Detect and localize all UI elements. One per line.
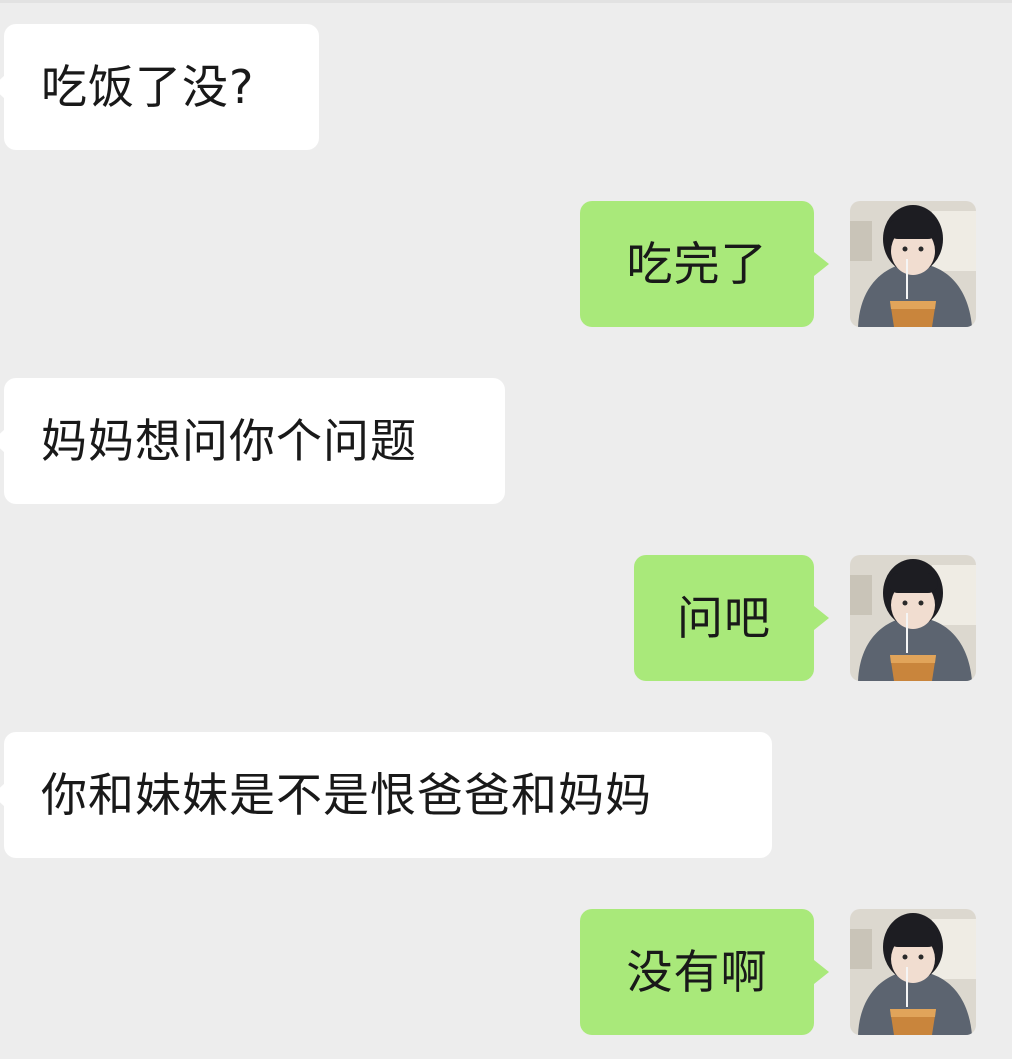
message-bubble-outgoing[interactable]: 问吧 [634, 555, 829, 681]
user-avatar-icon[interactable] [850, 555, 976, 681]
message-text: 吃完了 [626, 237, 768, 291]
chat-message-list[interactable]: 吃饭了没? 吃完了 妈妈想问你个问题 问吧 你和妹妹是不是恨爸爸和妈妈 没有啊 [0, 0, 1012, 1059]
message-text: 没有啊 [626, 945, 768, 999]
message-bubble-incoming[interactable]: 你和妹妹是不是恨爸爸和妈妈 [0, 732, 772, 858]
message-text: 妈妈想问你个问题 [41, 414, 417, 468]
message-bubble-incoming[interactable]: 吃饭了没? [0, 24, 319, 150]
message-bubble-incoming[interactable]: 妈妈想问你个问题 [0, 378, 505, 504]
message-text: 问吧 [677, 591, 771, 645]
message-bubble-outgoing[interactable]: 吃完了 [580, 201, 829, 327]
message-text: 吃饭了没? [41, 60, 255, 114]
message-text: 你和妹妹是不是恨爸爸和妈妈 [41, 768, 652, 822]
top-divider [0, 0, 1012, 3]
user-avatar-icon[interactable] [850, 909, 976, 1035]
user-avatar-icon[interactable] [850, 201, 976, 327]
message-bubble-outgoing[interactable]: 没有啊 [580, 909, 829, 1035]
